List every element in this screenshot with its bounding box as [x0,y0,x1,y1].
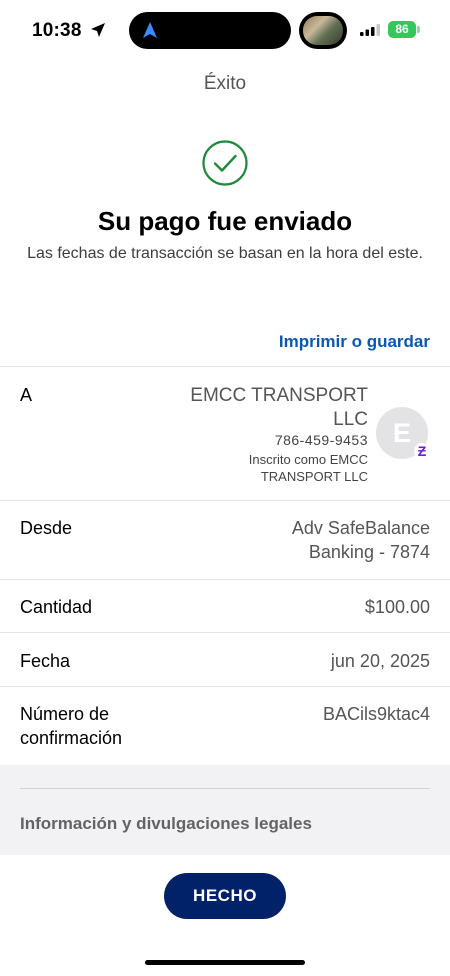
page-title: Éxito [203,73,247,94]
divider [0,366,450,367]
date-label: Fecha [20,651,71,671]
divider [0,579,450,580]
legal-disclosures-link[interactable]: Información y divulgaciones legales [20,814,312,834]
divider [20,788,430,789]
battery-indicator: 86 [388,21,416,38]
payee-enrolled-note: Inscrito como EMCC TRANSPORT LLC [248,452,368,484]
confirmation-label: Número de confirmación [20,704,123,748]
picture-in-picture-thumbnail[interactable] [299,12,347,49]
status-time: 10:38 [32,20,82,41]
navigation-arrow-icon [143,22,157,38]
to-label: A [20,385,33,405]
from-account: Adv SafeBalance Banking - 7874 [291,518,430,562]
battery-tip [417,26,420,33]
amount-value: $100.00 [364,597,430,617]
date-value: jun 20, 2025 [330,651,430,671]
location-arrow-icon [91,23,105,37]
zelle-icon: Ƶ [414,443,430,459]
amount-label: Cantidad [20,597,93,617]
done-button[interactable]: HECHO [164,873,286,919]
success-check-icon [202,140,248,186]
timezone-note: Las fechas de transacción se basan en la… [27,245,423,262]
confirmation-number: BACils9ktac4 [322,704,430,724]
payee-phone: 786-459-9453 [274,432,368,448]
cellular-signal-icon [360,24,380,36]
divider [0,632,450,633]
home-indicator[interactable] [145,960,305,965]
divider [0,686,450,687]
success-heading: Su pago fue enviado [97,206,353,236]
divider [0,500,450,501]
payee-name: EMCC TRANSPORT LLC [190,385,368,430]
from-label: Desde [20,518,73,538]
legal-section [0,765,450,855]
print-or-save-link[interactable]: Imprimir o guardar [279,332,430,352]
